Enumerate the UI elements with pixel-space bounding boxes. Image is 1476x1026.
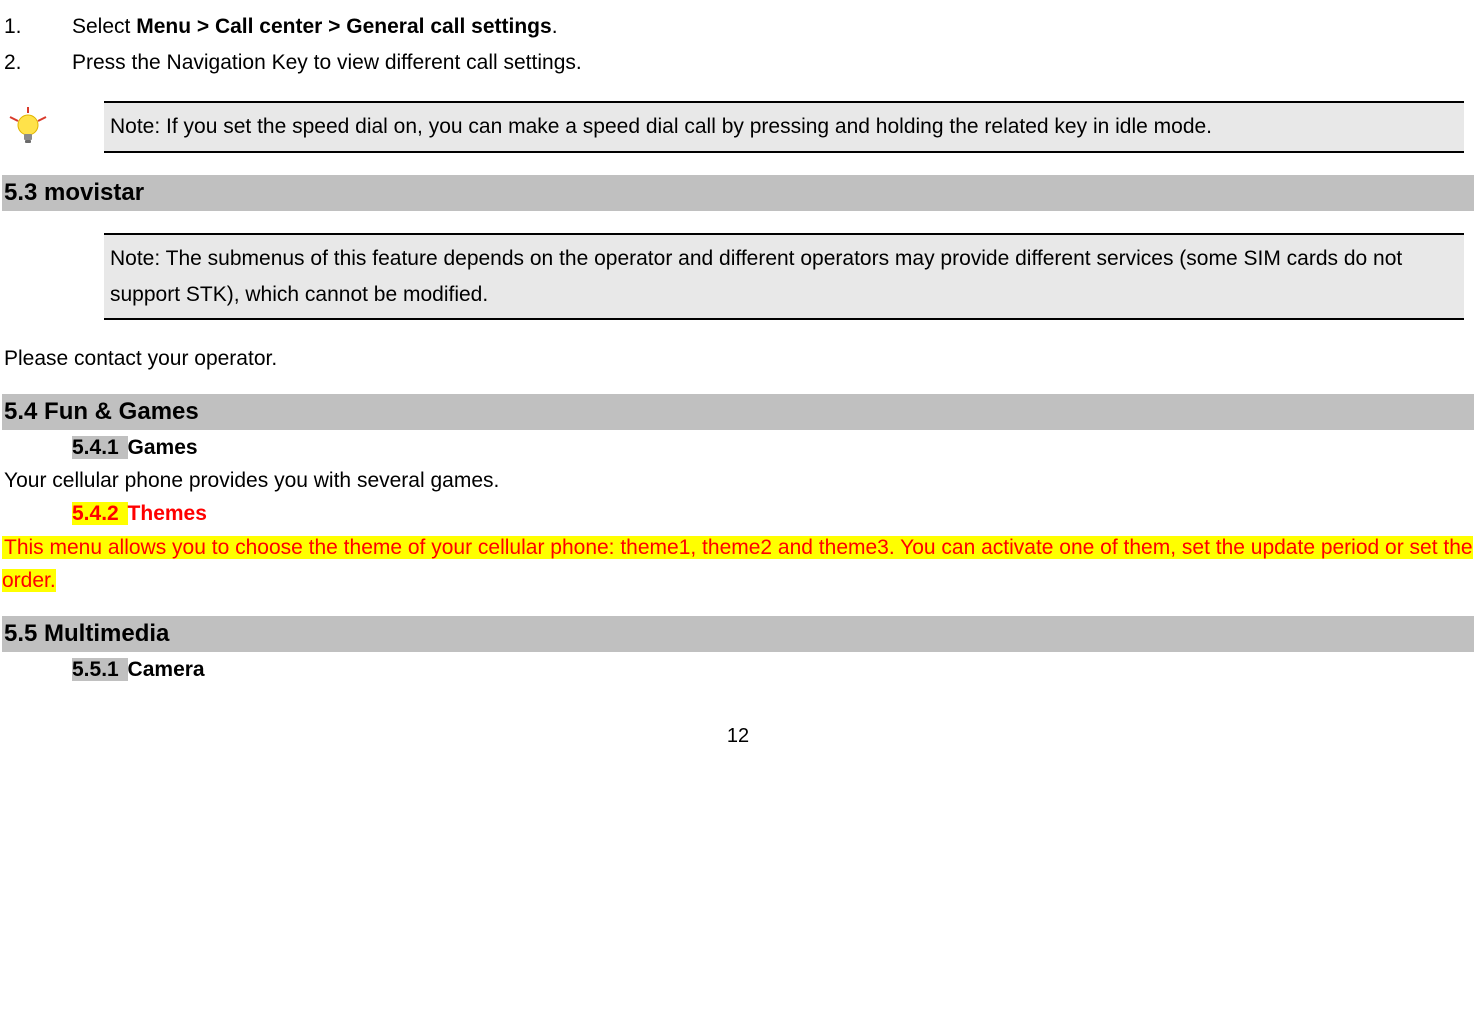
lightbulb-icon — [6, 105, 104, 149]
subheading-title: Games — [128, 436, 198, 459]
note-box-1: Note: If you set the speed dial on, you … — [4, 101, 1474, 153]
subheading-number: 5.5.1 — [72, 658, 128, 681]
note-icon-cell — [4, 101, 104, 149]
subheading-number: 5.4.1 — [72, 436, 128, 459]
note-text: Note: The submenus of this feature depen… — [104, 233, 1464, 320]
step-2: 2. Press the Navigation Key to view diff… — [2, 46, 1474, 80]
heading-5-5: 5.5 Multimedia — [2, 616, 1474, 652]
step-body: Select Menu > Call center > General call… — [72, 10, 1474, 44]
step-bold: Menu > Call center > General call settin… — [136, 15, 552, 38]
step-prefix: Select — [72, 15, 136, 38]
para-5-4-1: Your cellular phone provides you with se… — [2, 464, 1474, 498]
note-text: Note: If you set the speed dial on, you … — [104, 101, 1464, 153]
subheading-title: Camera — [128, 658, 205, 681]
step-number: 2. — [2, 46, 72, 80]
heading-5-4: 5.4 Fun & Games — [2, 394, 1474, 430]
step-suffix: . — [552, 15, 558, 38]
para-5-4-2-wrap: This menu allows you to choose the theme… — [2, 531, 1474, 598]
step-number: 1. — [2, 10, 72, 44]
subheading-number-highlighted: 5.4.2 — [72, 502, 128, 525]
step-1: 1. Select Menu > Call center > General c… — [2, 10, 1474, 44]
heading-5-3: 5.3 movistar — [2, 175, 1474, 211]
subheading-5-4-2: 5.4.2 Themes — [72, 498, 1474, 531]
note-icon-cell-empty — [4, 233, 104, 237]
contact-operator-text: Please contact your operator. — [2, 342, 1474, 376]
subheading-title-red: Themes — [128, 502, 207, 525]
note-box-2: Note: The submenus of this feature depen… — [4, 233, 1474, 320]
para-5-4-2: This menu allows you to choose the theme… — [2, 536, 1473, 593]
subheading-5-4-1: 5.4.1 Games — [72, 432, 1474, 465]
subheading-5-5-1: 5.5.1 Camera — [72, 654, 1474, 687]
page-number: 12 — [2, 720, 1474, 752]
step-body: Press the Navigation Key to view differe… — [72, 46, 1474, 80]
